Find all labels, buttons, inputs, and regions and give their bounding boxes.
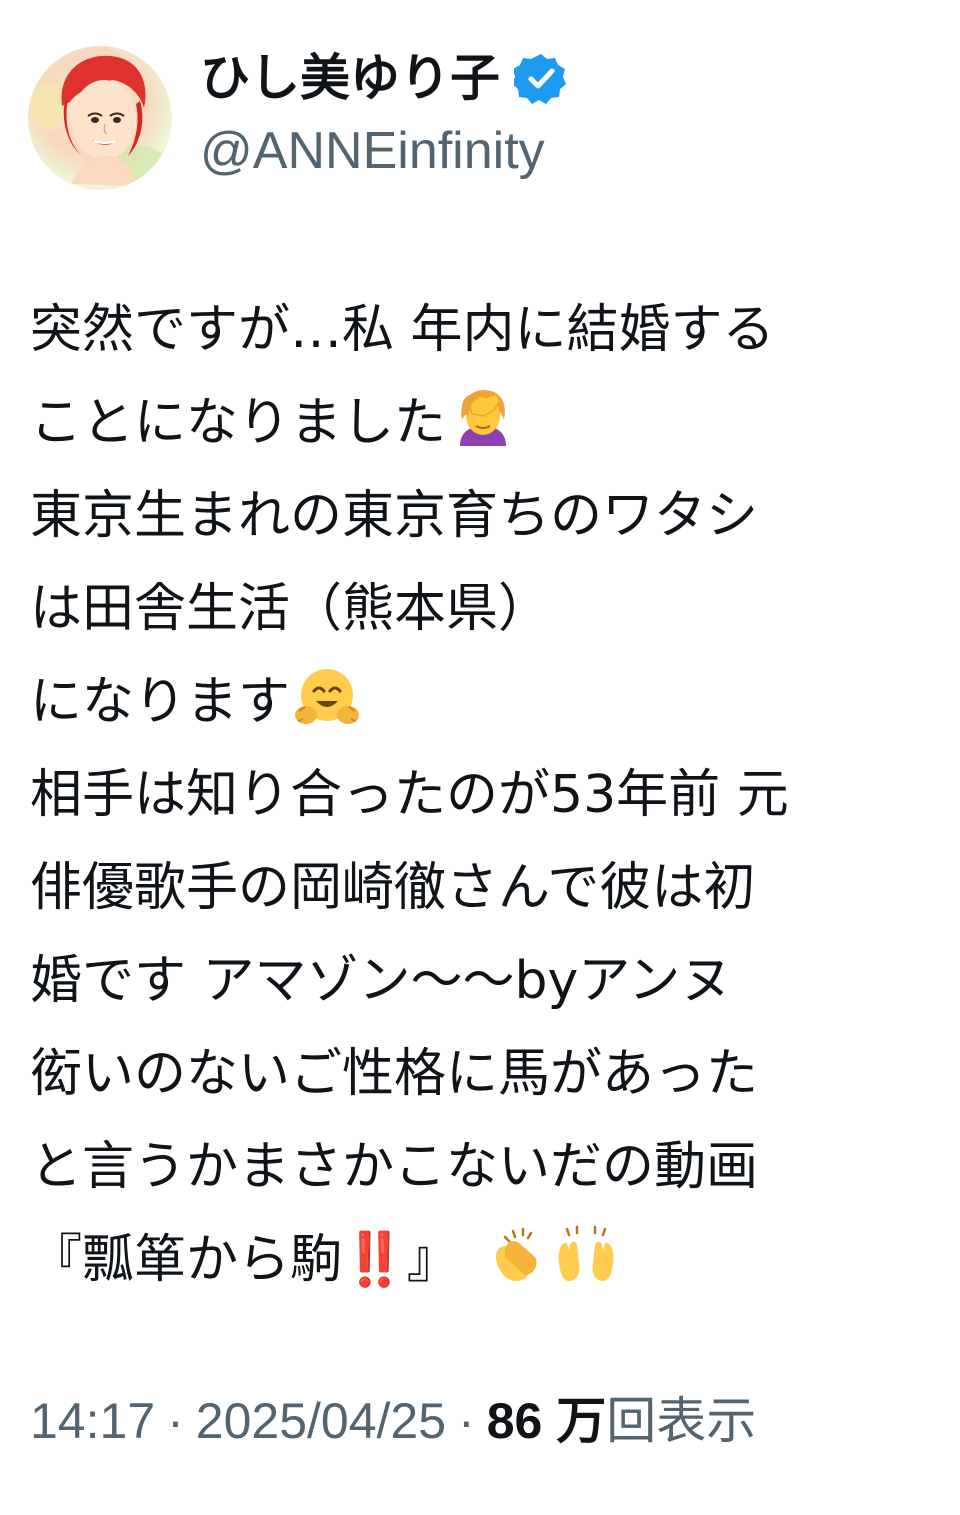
tweet-line: になります [30,656,930,749]
tweet-line: 突然ですが…私 年内に結婚する [30,284,930,377]
user-handle[interactable]: @ANNEinfinity [200,120,545,182]
views-label: 回表示 [606,1393,757,1449]
tweet-line-text: 突然ですが…私 年内に結婚する [30,300,775,360]
tweet-line: は田舎生活（熊本県） [30,563,930,656]
tweet-line: 婚です アマゾン〜〜byアンヌ [30,935,930,1028]
display-name[interactable]: ひし美ゆり子 [200,48,500,108]
tweet-line: と言うかまさかこないだの動画 [30,1121,930,1214]
tweet-meta: 14:17 · 2025/04/25 · 86 万回表示 [30,1388,756,1454]
avatar-portrait-illustration [30,55,168,186]
tweet-line-text: になります [30,672,291,732]
tweet-line-text: と言うかまさかこないだの動画 [30,1137,759,1197]
tweet-line-text: 東京生まれの東京育ちのワタシ [30,486,759,546]
tweet-line: 相手は知り合ったのが53年前 元 [30,749,930,842]
avatar[interactable] [28,46,172,190]
tweet-line-text: 衒いのないご性格に馬があった [30,1044,759,1104]
display-name-row: ひし美ゆり子 [200,48,568,108]
raising-hands-emoji-icon [553,1223,619,1289]
woman-facepalming-emoji-icon [450,386,516,452]
tweet-detail: ひし美ゆり子 @ANNEinfinity 突然ですが…私 年内に結婚する ことに… [0,0,960,1515]
double-exclamation-emoji: ‼️ [342,1230,407,1290]
tweet-header: ひし美ゆり子 @ANNEinfinity [28,46,928,196]
tweet-line-text: 俳優歌手の岡崎徹さんで彼は初 [30,858,756,918]
clapping-hands-emoji-icon [483,1223,549,1289]
meta-separator: · [167,1393,184,1449]
hugging-face-emoji-icon [294,665,360,731]
tweet-line-text: 』 [406,1230,459,1290]
tweet-line: 『瓢箪から駒‼️』 [30,1214,930,1307]
tweet-line: ことになりました [30,377,930,470]
tweet-line: 俳優歌手の岡崎徹さんで彼は初 [30,842,930,935]
views-count: 86 万 [486,1393,607,1449]
tweet-line: 衒いのないご性格に馬があった [30,1028,930,1121]
tweet-line-text: は田舎生活（熊本県） [30,579,551,639]
meta-separator: · [458,1393,475,1449]
tweet-line-text: 『瓢箪から駒 [30,1230,343,1290]
tweet-line-text: 婚です アマゾン〜〜byアンヌ [30,951,733,1011]
tweet-text: 突然ですが…私 年内に結婚する ことになりました 東京生まれの東京育ちのワタシ … [30,284,930,1307]
tweet-line: 東京生まれの東京育ちのワタシ [30,470,930,563]
tweet-date[interactable]: 2025/04/25 [196,1393,446,1449]
tweet-line-text: ことになりました [30,393,447,453]
tweet-line-text: 相手は知り合ったのが53年前 元 [30,765,789,825]
verified-badge-icon [512,51,568,105]
tweet-time[interactable]: 14:17 [30,1393,155,1449]
